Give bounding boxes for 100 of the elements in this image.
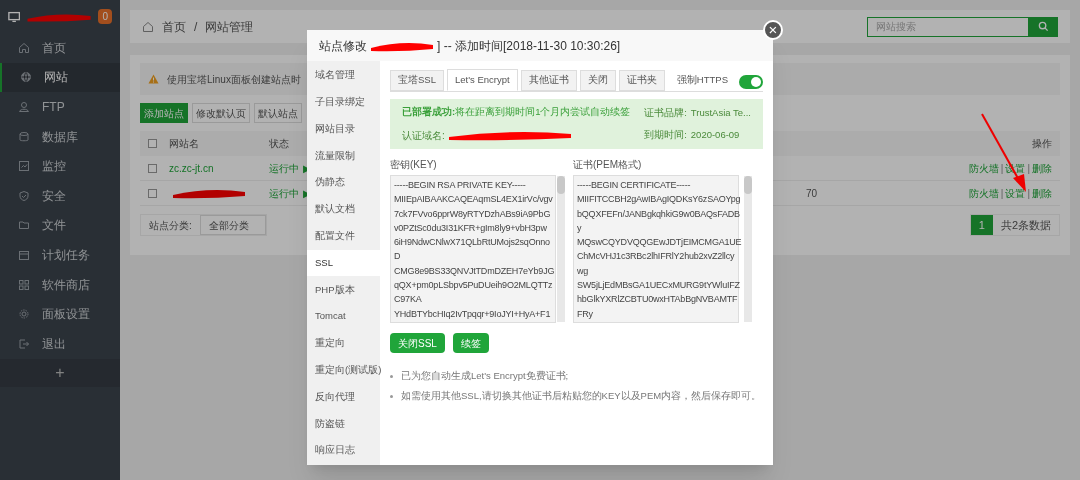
menu-item[interactable]: 配置文件	[307, 222, 380, 250]
search-button[interactable]	[1029, 16, 1058, 37]
sidebar-item[interactable]: 监控	[0, 151, 120, 181]
column-header[interactable]: 状态	[269, 136, 289, 151]
breadcrumb-item[interactable]: 首页	[162, 17, 186, 36]
menu-item[interactable]: 网站目录	[307, 115, 380, 143]
notice-text: 使用宝塔Linux面板创建站点时	[167, 72, 301, 87]
separator-text: |	[1027, 161, 1030, 176]
switch-label: 强制HTTPS	[676, 73, 728, 88]
sidebar-item[interactable]: 网站	[0, 62, 120, 93]
menu-item[interactable]: PHP版本	[307, 276, 380, 304]
toolbar-button[interactable]: 默认站点	[254, 103, 302, 123]
field-label: 证书(PEM格式)	[573, 158, 643, 172]
action-button[interactable]: 关闭SSL	[390, 333, 445, 353]
toggle-switch[interactable]	[739, 75, 763, 89]
home-icon	[18, 41, 30, 54]
sidebar-item[interactable]: 面板设置	[0, 299, 120, 329]
tab[interactable]: 其他证书	[520, 70, 577, 91]
filter-label: 站点分类:	[148, 218, 193, 233]
page-button[interactable]: 1	[970, 215, 993, 235]
status-label: 到期时间:	[644, 128, 687, 142]
checkbox[interactable]	[148, 188, 157, 198]
menu-item[interactable]: 重定向(测试版)	[307, 356, 380, 384]
separator-text: |	[1000, 186, 1004, 201]
shield-icon	[18, 189, 30, 202]
toolbar-button[interactable]: 修改默认页	[192, 103, 250, 123]
action-link[interactable]: 删除	[1032, 185, 1052, 201]
scrollbar[interactable]	[557, 176, 566, 322]
toolbar-button[interactable]: 添加站点	[140, 103, 188, 123]
tab[interactable]: Let's Encrypt	[446, 69, 518, 91]
key-field[interactable]: -----BEGIN RSA PRIVATE KEY----- MIIEpAIBAAKCAQEAqmSL4EX1irVc/vgv 7ck7FVvo6pprW8yRTYDzhABs9iA9PbG v0PZtSc0du3I31KFR+gIm8ly9+vbH3pw 6iH9NdwCNlwX71QLbRtUMojs2sqOnno D CMG8e9BS33QNVJtTDmDZEH7eYb9JG qQX+pm0pLSbpv5PuDUeih9O2MLQTTz C97KA YHdBTYbcHIq2IvTpqqr+9IoJYI+HyA+F1	[391, 176, 558, 322]
menu-item[interactable]: 域名管理	[307, 62, 380, 89]
grid-icon	[18, 278, 30, 291]
table-cell-text: 70	[806, 186, 818, 201]
monitor-icon	[18, 160, 30, 173]
logout-icon	[18, 337, 30, 350]
status-text[interactable]: 运行中	[269, 160, 299, 176]
separator-text: |	[1000, 161, 1004, 176]
warning-icon	[148, 74, 159, 84]
menu-item[interactable]: SSL	[307, 249, 380, 277]
checkbox[interactable]	[148, 163, 157, 173]
sidebar-item[interactable]: 软件商店	[0, 269, 120, 300]
breadcrumb-item[interactable]: 网站管理	[205, 17, 254, 36]
action-link[interactable]: 设置	[1005, 185, 1026, 201]
action-button[interactable]: 续签	[452, 333, 489, 353]
cert-brand: TrustAsia Te...	[690, 105, 751, 120]
tab[interactable]: 宝塔SSL	[390, 70, 444, 91]
calendar-icon	[18, 248, 30, 261]
menu-item[interactable]: 默认文档	[307, 196, 380, 223]
tab[interactable]: 证书夹	[618, 70, 665, 91]
menu-item[interactable]: 响应日志	[307, 437, 380, 464]
sidebar-item[interactable]: 退出	[0, 328, 120, 359]
settings-icon	[18, 308, 30, 321]
checkbox[interactable]	[148, 139, 157, 148]
menu-item[interactable]: 流量限制	[307, 142, 380, 170]
separator-text: |	[1027, 186, 1030, 201]
search-icon	[1038, 21, 1049, 32]
menu-item[interactable]: 重定向	[307, 329, 380, 357]
menu-item[interactable]: 子目录绑定	[307, 88, 380, 116]
sidebar-item[interactable]: FTP	[0, 92, 120, 122]
action-link[interactable]: 防火墙	[968, 185, 999, 201]
menu-item[interactable]: Tomcat	[307, 303, 380, 330]
sidebar-item[interactable]: 安全	[0, 180, 120, 211]
user-icon	[18, 101, 30, 113]
note-text: 已为您自动生成Let's Encrypt免费证书;	[401, 369, 569, 383]
status-label: 认证域名:	[402, 128, 445, 143]
add-button[interactable]: +	[0, 358, 120, 387]
monitor-icon	[8, 10, 21, 23]
sidebar-item[interactable]: 文件	[0, 210, 120, 241]
status-text: 已部署成功:将在距离到期时间1个月内尝试自动续签	[402, 105, 631, 120]
menu-item[interactable]: 反向代理	[307, 383, 380, 411]
column-header: 操作	[1032, 137, 1052, 151]
site-link[interactable]: zc.zc-jt.cn	[169, 160, 214, 176]
status-text[interactable]: 运行中	[269, 185, 299, 201]
breadcrumb-item: /	[194, 18, 198, 36]
total-count: 共2条数据	[999, 217, 1052, 233]
status-label: 证书品牌:	[644, 105, 687, 120]
database-icon	[18, 130, 30, 143]
menu-item[interactable]: 伪静态	[307, 169, 380, 196]
action-link[interactable]: 删除	[1032, 160, 1052, 176]
tab[interactable]: 关闭	[579, 70, 616, 91]
notification-badge: 0	[98, 9, 112, 24]
column-header[interactable]: 网站名	[169, 136, 269, 151]
field-label: 密钥(KEY)	[390, 158, 438, 172]
home-icon	[142, 20, 154, 33]
certificate-field[interactable]: -----BEGIN CERTIFICATE----- MIIFITCCBH2gAwIBAgIQDKsY6zSAOYpg bQQXFEFn/JANBgkqhkiG9w0BAQsFADB y MQswCQYDVQQGEwJDTjEIMCMGA1UE ChMcVHJ1c3RBc2lhIFRlY2hub2xvZ2llcy wg SW5jLjEdMBsGA1UECxMURG9tYWluIFZ hbGlkYXRlZCBTU0wxHTAbBgNVBAMTF FRy	[574, 176, 745, 322]
sidebar-item[interactable]: 首页	[0, 33, 120, 63]
expiry-date: 2020-06-09	[690, 128, 740, 142]
globe-icon	[20, 71, 32, 84]
sidebar-item[interactable]: 计划任务	[0, 240, 120, 270]
category-select[interactable]: 全部分类	[199, 215, 266, 235]
scrollbar[interactable]	[744, 176, 753, 322]
menu-item[interactable]: 防盗链	[307, 410, 380, 438]
folder-icon	[18, 219, 30, 232]
bullet-icon	[390, 394, 393, 398]
note-text: 如需使用其他SSL,请切换其他证书后粘贴您的KEY以及PEM内容，然后保存即可。	[401, 389, 762, 404]
modal-title: 站点修改	[319, 37, 367, 55]
sidebar-item[interactable]: 数据库	[0, 121, 120, 152]
action-link[interactable]: 防火墙	[968, 160, 999, 176]
bullet-icon	[390, 374, 393, 378]
